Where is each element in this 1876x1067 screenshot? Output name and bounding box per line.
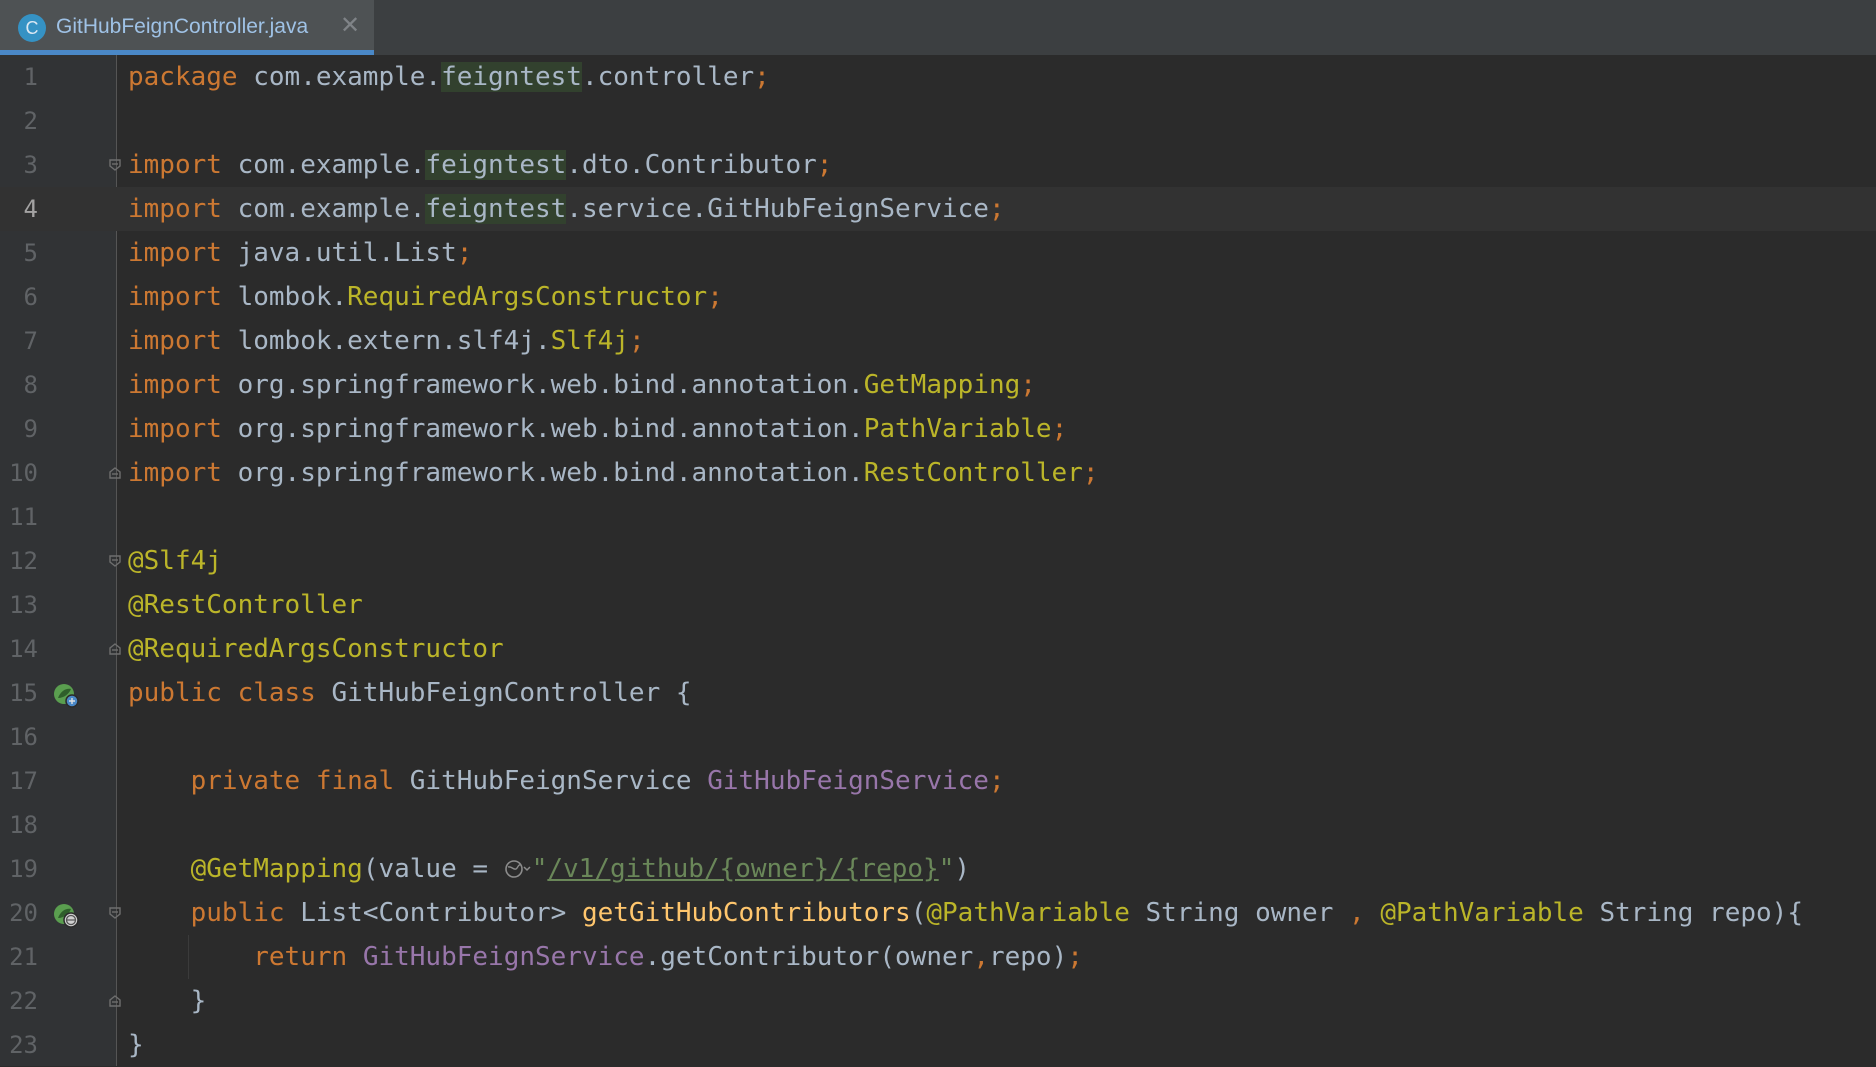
code-text: @GetMapping(value = "/v1/github/{owner}/… <box>190 854 971 884</box>
line-number: 17 <box>9 767 38 795</box>
code-text: import com.example.feigntest.dto.Contrib… <box>128 150 833 180</box>
line-number: 14 <box>9 635 38 663</box>
code-line[interactable]: 8 import org.springframework.web.bind.an… <box>0 363 1876 407</box>
code-line[interactable]: 6 import lombok.RequiredArgsConstructor; <box>0 275 1876 319</box>
line-number: 3 <box>23 151 38 179</box>
code-line[interactable]: 19 @GetMapping(value = "/v1/github/{owne… <box>0 847 1876 891</box>
fold-start-icon[interactable] <box>108 554 122 568</box>
code-line[interactable]: 17 private final GitHubFeignService GitH… <box>0 759 1876 803</box>
line-number: 19 <box>9 855 38 883</box>
spring-bean-icon[interactable] <box>52 681 80 709</box>
line-number: 22 <box>9 987 38 1015</box>
code-text: package com.example.feigntest.controller… <box>128 62 770 92</box>
line-number: 10 <box>9 459 38 487</box>
fold-end-icon[interactable] <box>108 466 122 480</box>
code-text: @RequiredArgsConstructor <box>128 634 504 664</box>
code-line[interactable]: 13 @RestController <box>0 583 1876 627</box>
code-line[interactable]: 5 import java.util.List; <box>0 231 1876 275</box>
code-line[interactable]: 15 public class GitHubFeignController { <box>0 671 1876 715</box>
code-text: } <box>128 1030 144 1060</box>
code-text: return GitHubFeignService.getContributor… <box>253 942 1083 972</box>
code-text: @RestController <box>128 590 363 620</box>
line-number: 18 <box>9 811 38 839</box>
line-number: 13 <box>9 591 38 619</box>
code-line[interactable]: 12 @Slf4j <box>0 539 1876 583</box>
code-line[interactable]: 2 <box>0 99 1876 143</box>
fold-start-icon[interactable] <box>108 158 122 172</box>
line-number: 15 <box>9 679 38 707</box>
tab-githubfeigncontroller[interactable]: C GitHubFeignController.java ✕ <box>0 0 374 55</box>
code-text: import java.util.List; <box>128 238 473 268</box>
code-text: import lombok.extern.slf4j.Slf4j; <box>128 326 645 356</box>
code-text: } <box>128 986 207 1016</box>
line-number: 9 <box>23 415 38 443</box>
line-number: 12 <box>9 547 38 575</box>
code-text: import com.example.feigntest.service.Git… <box>128 194 1005 224</box>
globe-dropdown-icon[interactable] <box>504 858 532 880</box>
line-number: 5 <box>23 239 38 267</box>
line-number: 20 <box>9 899 38 927</box>
line-number: 8 <box>23 371 38 399</box>
code-line[interactable]: 20 public List<Contributor> getGitHubCon… <box>0 891 1876 935</box>
line-number: 16 <box>9 723 38 751</box>
code-line-current[interactable]: 4 import com.example.feigntest.service.G… <box>0 187 1876 231</box>
code-text: @Slf4j <box>128 546 222 576</box>
tab-title: GitHubFeignController.java <box>56 15 309 38</box>
code-line[interactable]: 1 package com.example.feigntest.controll… <box>0 55 1876 99</box>
line-number: 1 <box>23 63 38 91</box>
line-number: 7 <box>23 327 38 355</box>
code-line[interactable]: 21 return GitHubFeignService.getContribu… <box>0 935 1876 979</box>
code-line[interactable]: 14 @RequiredArgsConstructor <box>0 627 1876 671</box>
code-line[interactable]: 3 import com.example.feigntest.dto.Contr… <box>0 143 1876 187</box>
java-class-icon: C <box>18 14 46 42</box>
code-line[interactable]: 7 import lombok.extern.slf4j.Slf4j; <box>0 319 1876 363</box>
code-text: import lombok.RequiredArgsConstructor; <box>128 282 723 312</box>
code-line[interactable]: 23 } <box>0 1023 1876 1067</box>
line-number: 23 <box>9 1031 38 1059</box>
close-icon[interactable]: ✕ <box>340 11 360 40</box>
fold-end-icon[interactable] <box>108 994 122 1008</box>
line-number: 2 <box>23 107 38 135</box>
spring-endpoint-icon[interactable] <box>52 901 80 929</box>
code-text: import org.springframework.web.bind.anno… <box>128 414 1068 444</box>
fold-start-icon[interactable] <box>108 906 122 920</box>
code-line[interactable]: 16 <box>0 715 1876 759</box>
code-text: public class GitHubFeignController { <box>128 678 692 708</box>
code-text: import org.springframework.web.bind.anno… <box>128 370 1036 400</box>
fold-end-icon[interactable] <box>108 642 122 656</box>
line-number: 4 <box>23 195 38 223</box>
endpoint-url-link[interactable]: /v1/github/{owner}/{repo} <box>547 854 938 884</box>
line-number: 21 <box>9 943 38 971</box>
line-number: 6 <box>23 283 38 311</box>
code-line[interactable]: 11 <box>0 495 1876 539</box>
code-text: import org.springframework.web.bind.anno… <box>128 458 1099 488</box>
editor-tab-bar: C GitHubFeignController.java ✕ <box>0 0 1876 56</box>
code-line[interactable]: 10 import org.springframework.web.bind.a… <box>0 451 1876 495</box>
code-text: private final GitHubFeignService GitHubF… <box>190 766 1005 796</box>
code-editor[interactable]: 1 package com.example.feigntest.controll… <box>0 55 1876 1066</box>
line-number: 11 <box>9 503 38 531</box>
code-line[interactable]: 22 } <box>0 979 1876 1023</box>
code-line[interactable]: 9 import org.springframework.web.bind.an… <box>0 407 1876 451</box>
code-text: public List<Contributor> getGitHubContri… <box>190 898 1803 928</box>
code-line[interactable]: 18 <box>0 803 1876 847</box>
